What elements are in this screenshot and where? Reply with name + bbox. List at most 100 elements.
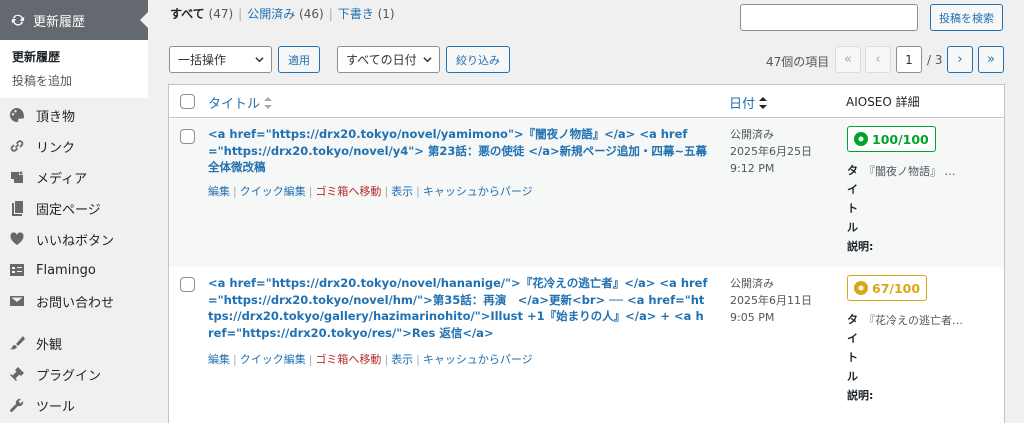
sort-desc-icon	[759, 96, 768, 109]
sidebar-item-contact[interactable]: お問い合わせ	[0, 286, 148, 316]
sidebar-label: リンク	[36, 140, 76, 156]
filter-all[interactable]: すべて	[170, 7, 205, 21]
action-divider: |	[308, 185, 313, 198]
purge-cache-link[interactable]: キャッシュからパージ	[423, 353, 533, 366]
select-all-checkbox[interactable]	[180, 94, 195, 109]
media-icon	[8, 168, 26, 186]
wrench-icon	[8, 396, 26, 414]
flamingo-icon	[8, 261, 26, 279]
post-date: 公開済み 2025年6月25日 9:12 PM	[730, 126, 812, 177]
filter-draft[interactable]: 下書き	[338, 7, 374, 21]
sidebar-label: 外観	[36, 337, 63, 353]
post-title-link[interactable]: <a href="https://drx20.tokyo/novel/hanan…	[208, 275, 708, 341]
sidebar-label: お問い合わせ	[36, 295, 115, 311]
score-icon	[854, 132, 868, 146]
column-title-label: タイトル	[208, 97, 261, 112]
sidebar-item-plugins[interactable]: プラグイン	[0, 359, 148, 389]
action-divider: |	[233, 185, 237, 198]
bulk-actions-value: 一括操作	[178, 53, 227, 67]
action-divider: |	[384, 185, 389, 198]
sidebar-item-updates[interactable]: 更新履歴	[0, 0, 148, 40]
table-header: タイトル 日付 AIOSEO 詳細	[169, 85, 1004, 118]
total-pages: / 3	[927, 53, 943, 67]
view-link[interactable]: 表示	[391, 353, 413, 366]
submenu-item-add-post[interactable]: 投稿を追加	[12, 72, 72, 89]
apply-button[interactable]: 適用	[278, 46, 320, 73]
submenu-item-updates[interactable]: 更新履歴	[12, 48, 60, 65]
view-link[interactable]: 表示	[391, 185, 413, 198]
quick-edit-link[interactable]: クイック編集	[240, 185, 306, 198]
filter-draft-count: (1)	[377, 7, 395, 21]
column-title-header[interactable]: タイトル	[208, 93, 273, 112]
quick-edit-link[interactable]: クイック編集	[240, 353, 306, 366]
purge-cache-link[interactable]: キャッシュからパージ	[423, 185, 533, 198]
items-count: 47個の項目	[766, 55, 830, 69]
sidebar-label: いいねボタン	[36, 233, 115, 249]
sidebar-label: ツール	[36, 399, 76, 415]
seo-title-value: 『闇夜ノ物語』 …	[864, 165, 956, 178]
prev-page-button[interactable]: ‹	[865, 46, 891, 73]
row-checkbox[interactable]	[180, 129, 195, 144]
post-date-value: 2025年6月11日	[730, 294, 812, 307]
seo-score-badge[interactable]: 100/100	[847, 126, 936, 152]
trash-link[interactable]: ゴミ箱へ移動	[315, 185, 381, 198]
pages-icon	[8, 199, 26, 217]
post-status: 公開済み	[730, 128, 774, 141]
post-status: 公開済み	[730, 277, 774, 290]
filter-button[interactable]: 絞り込み	[446, 46, 510, 73]
date-filter-value: すべての日付	[346, 53, 417, 67]
mail-icon	[8, 292, 26, 310]
chevron-down-icon	[255, 57, 264, 63]
seo-title-label: タイトル	[847, 164, 858, 234]
post-title-link[interactable]: <a href="https://drx20.tokyo/novel/yamim…	[208, 126, 708, 176]
heart-icon	[8, 230, 26, 248]
edit-link[interactable]: 編集	[208, 185, 230, 198]
table-row: <a href="https://drx20.tokyo/novel/yamim…	[169, 119, 1004, 267]
seo-score-value: 100/100	[872, 131, 929, 147]
sidebar-item-pages[interactable]: 固定ページ	[0, 193, 148, 223]
filter-divider: |	[238, 7, 243, 21]
current-page-input[interactable]: 1	[896, 46, 922, 73]
post-date-value: 2025年6月25日	[730, 145, 812, 158]
action-divider: |	[384, 353, 389, 366]
search-posts-button[interactable]: 投稿を検索	[930, 4, 1003, 31]
link-icon	[8, 137, 26, 155]
filter-all-count: (47)	[208, 7, 234, 21]
sidebar-item-like-button[interactable]: いいねボタン	[0, 224, 148, 254]
brush-icon	[8, 334, 26, 352]
trash-link[interactable]: ゴミ箱へ移動	[315, 353, 381, 366]
admin-sidebar: 更新履歴 更新履歴 投稿を追加 頂き物 リンク メディア 固定ページ いいねボタ…	[0, 0, 148, 423]
row-actions: 編集 | クイック編集 | ゴミ箱へ移動 | 表示 | キャッシュからパージ	[208, 351, 533, 367]
filter-published[interactable]: 公開済み	[247, 7, 295, 21]
refresh-icon	[10, 12, 26, 28]
palette-icon	[8, 106, 26, 124]
filter-divider: |	[328, 7, 333, 21]
sidebar-item-links[interactable]: リンク	[0, 131, 148, 161]
action-divider: |	[233, 353, 237, 366]
sidebar-item-tools[interactable]: ツール	[0, 390, 148, 420]
sidebar-label: プラグイン	[36, 368, 102, 384]
seo-title-label: タイトル	[847, 313, 858, 383]
sidebar-submenu: 更新履歴 投稿を追加	[0, 40, 148, 98]
sidebar-label: メディア	[36, 171, 88, 187]
next-page-button[interactable]: ›	[947, 46, 973, 73]
action-divider: |	[416, 185, 420, 198]
action-divider: |	[416, 353, 420, 366]
sidebar-item-appearance[interactable]: 外観	[0, 328, 148, 358]
bulk-actions-select[interactable]: 一括操作	[169, 46, 272, 73]
search-input[interactable]	[740, 4, 918, 31]
sidebar-item-media[interactable]: メディア	[0, 162, 148, 192]
sidebar-label: 頂き物	[36, 109, 76, 125]
last-page-button[interactable]: »	[978, 46, 1004, 73]
row-checkbox[interactable]	[180, 277, 195, 292]
action-divider: |	[308, 353, 313, 366]
sidebar-item-gifts[interactable]: 頂き物	[0, 100, 148, 130]
first-page-button[interactable]: «	[835, 46, 861, 73]
seo-score-badge[interactable]: 67/100	[847, 275, 928, 301]
sidebar-item-flamingo[interactable]: Flamingo	[0, 255, 148, 285]
filter-published-count: (46)	[299, 7, 324, 21]
main-content: すべて (47) | 公開済み (46) | 下書き (1) 投稿を検索 一括操作 適用…	[148, 0, 1024, 423]
date-filter-select[interactable]: すべての日付	[337, 46, 440, 73]
column-date-header[interactable]: 日付	[729, 93, 768, 112]
edit-link[interactable]: 編集	[208, 353, 230, 366]
